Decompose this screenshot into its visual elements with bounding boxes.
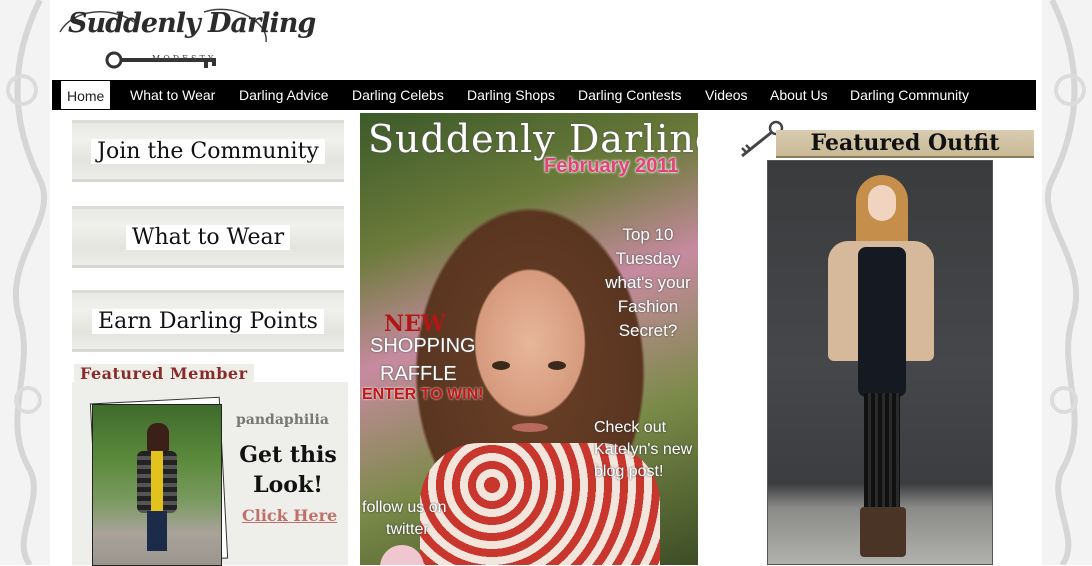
nav-item-darling-celebs[interactable]: Darling Celebs [346,80,450,110]
logo-text: Suddenly Darling [68,8,316,39]
earn-darling-points-label: Earn Darling Points [92,308,324,334]
nav-item-darling-shops[interactable]: Darling Shops [461,80,561,110]
featured-member-photo[interactable] [92,404,222,566]
page-container: Suddenly Darling MODESTY Home What to We… [50,0,1040,566]
featured-member-panel: pandaphilia Get this Look! Click Here [72,382,348,566]
twitter-link[interactable]: twitter [386,521,429,539]
site-logo[interactable]: Suddenly Darling MODESTY [54,2,316,74]
nav-item-darling-contests[interactable]: Darling Contests [572,80,688,110]
featured-member-title: Featured Member [74,364,254,383]
nav-item-videos[interactable]: Videos [699,80,754,110]
top10-tuesday-text[interactable]: Top 10 Tuesday what's your Fashion Secre… [600,223,696,343]
blog-post-text[interactable]: Check out Katelyn's new blog post! [594,417,698,483]
nav-item-darling-advice[interactable]: Darling Advice [233,80,335,110]
twitter-bird-icon[interactable] [380,545,424,565]
featured-outfit-photo[interactable] [767,160,993,565]
follow-us-text: follow us on [362,499,447,516]
nav-item-home[interactable]: Home [60,80,112,110]
raffle-label: RAFFLE [380,363,457,385]
main-navigation: Home What to Wear Darling Advice Darling… [52,80,1036,110]
magazine-cover-banner[interactable]: Suddenly Darling February 2011 Top 10 Tu… [360,113,698,565]
nav-item-about-us[interactable]: About Us [764,80,834,110]
left-background-decoration [0,0,50,565]
shopping-label: SHOPPING [370,335,476,357]
right-background-decoration [1042,0,1092,565]
nav-item-darling-community[interactable]: Darling Community [844,80,975,110]
join-community-label: Join the Community [91,138,325,164]
new-label: NEW [384,311,446,337]
what-to-wear-label: What to Wear [125,224,291,250]
earn-darling-points-button[interactable]: Earn Darling Points [72,290,344,352]
get-this-look-text: Get this Look! [239,442,337,498]
click-here-link[interactable]: Click Here [242,506,337,525]
featured-member-name[interactable]: pandaphilia [236,412,329,428]
featured-outfit-header: Featured Outfit [736,118,1036,160]
join-community-button[interactable]: Join the Community [72,120,344,182]
enter-to-win-label[interactable]: ENTER TO WIN! [362,386,483,404]
magazine-date: February 2011 [544,155,679,177]
featured-outfit-title: Featured Outfit [810,130,1000,156]
left-column: Join the Community What to Wear Earn Dar… [68,112,352,566]
what-to-wear-button[interactable]: What to Wear [72,206,344,268]
nav-item-what-to-wear[interactable]: What to Wear [124,80,221,110]
logo-subtitle: MODESTY [152,54,217,63]
